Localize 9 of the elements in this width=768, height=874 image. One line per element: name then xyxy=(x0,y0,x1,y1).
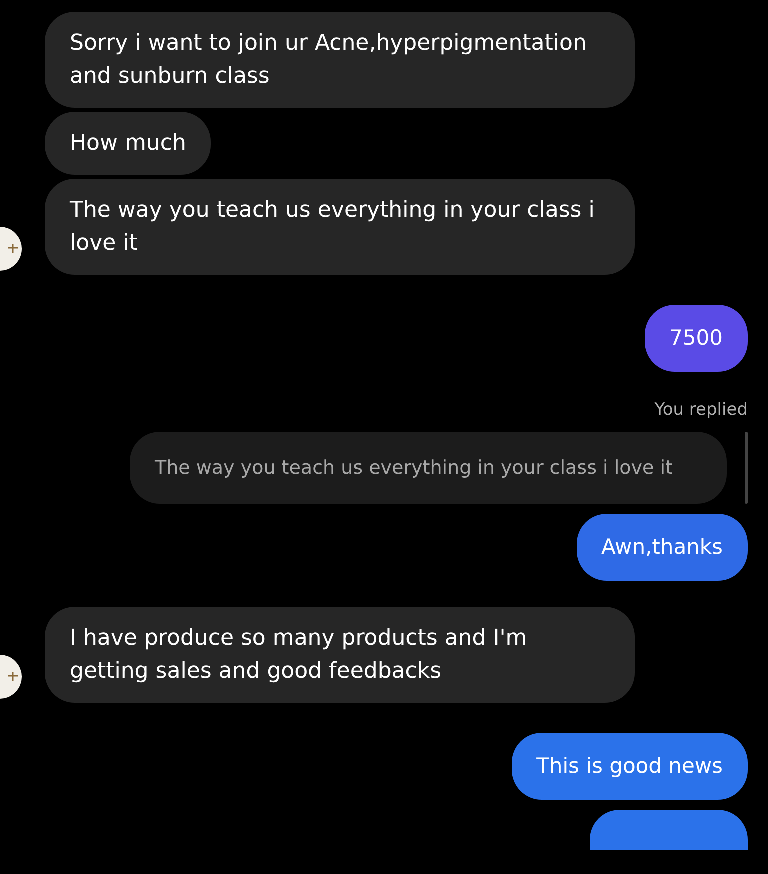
message-bubble: The way you teach us everything in your class i love it xyxy=(45,179,635,275)
message-bubble: Sorry i want to join ur Acne,hyperpigmentation and sunburn class xyxy=(45,12,635,108)
message-bubble: How much xyxy=(45,112,212,175)
reply-label: You replied xyxy=(654,399,748,422)
quoted-message: The way you teach us everything in your class i love it xyxy=(130,432,727,504)
message-bubble: 7500 xyxy=(644,305,748,372)
message-bubble: Awn,thanks xyxy=(576,514,748,581)
message-bubble: This is good news xyxy=(512,733,748,800)
message-bubble: I have produce so many products and I'm getting sales and good feedbacks xyxy=(45,607,635,703)
